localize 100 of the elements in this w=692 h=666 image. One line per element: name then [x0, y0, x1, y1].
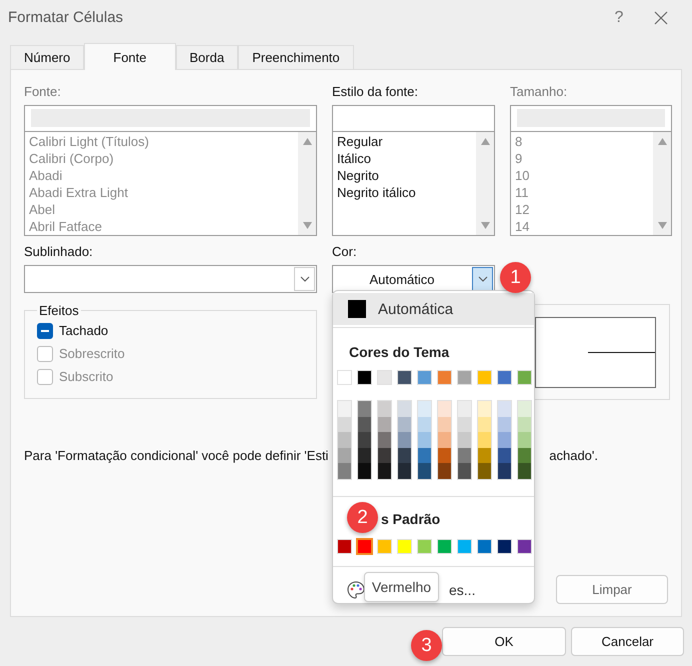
help-button[interactable]: ? — [598, 8, 640, 27]
tab[interactable]: Borda — [176, 45, 238, 70]
window-title: Formatar Células — [8, 9, 124, 26]
color-swatch[interactable] — [438, 416, 451, 432]
color-swatch[interactable] — [438, 401, 451, 417]
color-swatch[interactable] — [418, 463, 431, 479]
section-title: s Padrão — [381, 510, 440, 527]
color-swatch[interactable] — [398, 448, 411, 464]
tab[interactable]: Fonte — [84, 43, 176, 70]
ok-button[interactable]: OK — [442, 627, 566, 656]
checkbox-label: Subscrito — [59, 368, 114, 386]
input-field[interactable] — [332, 105, 495, 132]
color-swatch[interactable] — [478, 448, 491, 464]
color-swatch[interactable] — [358, 463, 371, 479]
note-text: achado'. — [549, 448, 598, 464]
list-item[interactable]: Negrito — [337, 167, 472, 184]
color-swatch[interactable] — [478, 432, 491, 448]
color-swatch[interactable] — [418, 401, 431, 417]
scroll-up-icon[interactable] — [658, 138, 666, 146]
checkbox-label: Sobrescrito — [59, 345, 125, 362]
field-label: Fonte: — [24, 84, 62, 102]
tooltip: Vermelho — [364, 572, 439, 602]
color-swatch[interactable] — [458, 416, 471, 432]
palette-icon[interactable] — [347, 580, 365, 599]
color-swatch[interactable] — [398, 432, 411, 448]
scrollbar[interactable] — [476, 132, 494, 236]
field-label: Cor: — [332, 244, 358, 262]
scroll-up-icon[interactable] — [302, 138, 312, 146]
color-swatch[interactable] — [357, 538, 372, 554]
close-icon[interactable] — [654, 10, 668, 25]
color-swatch[interactable] — [458, 401, 471, 417]
tab[interactable]: Preenchimento — [238, 45, 354, 70]
color-swatch[interactable] — [518, 463, 531, 479]
color-swatch[interactable] — [358, 401, 371, 417]
color-swatch[interactable] — [498, 416, 511, 432]
color-swatch[interactable] — [498, 463, 511, 479]
color-swatch[interactable] — [338, 416, 351, 432]
scroll-down-icon[interactable] — [480, 222, 490, 230]
color-swatch[interactable] — [438, 448, 451, 464]
color-swatch[interactable] — [338, 401, 351, 417]
color-swatch[interactable] — [398, 416, 411, 432]
field-label: Estilo da fonte: — [332, 84, 419, 102]
color-swatch — [348, 300, 366, 318]
color-swatch[interactable] — [498, 432, 511, 448]
scrollbar[interactable] — [653, 132, 671, 236]
color-swatch[interactable] — [498, 401, 511, 417]
color-swatch[interactable] — [418, 416, 431, 432]
scroll-down-icon[interactable] — [658, 222, 666, 230]
color-swatch[interactable] — [358, 448, 371, 464]
list-item[interactable]: Itálico — [337, 150, 472, 168]
color-swatch[interactable] — [378, 401, 391, 417]
scroll-down-icon[interactable] — [302, 222, 312, 230]
color-swatch[interactable] — [378, 416, 391, 432]
checkbox[interactable] — [37, 322, 53, 339]
checkbox-label: Tachado — [59, 322, 108, 340]
color-swatch[interactable] — [418, 448, 431, 464]
color-swatch[interactable] — [418, 432, 431, 448]
step-badge: 3 — [411, 630, 442, 661]
color-swatch[interactable] — [518, 401, 531, 417]
color-select[interactable]: Automático — [332, 265, 495, 294]
color-swatch[interactable] — [338, 448, 351, 464]
more-colors-item[interactable]: es... — [449, 582, 476, 598]
color-swatch[interactable] — [458, 448, 471, 464]
color-swatch[interactable] — [338, 463, 351, 479]
section-title: Cores do Tema — [349, 344, 450, 360]
color-swatch[interactable] — [378, 463, 391, 479]
underline-select[interactable] — [24, 265, 317, 294]
field-label: Tamanho: — [510, 84, 568, 102]
color-swatch[interactable] — [518, 432, 531, 448]
color-swatch[interactable] — [458, 463, 471, 479]
scrollbar[interactable] — [298, 132, 316, 236]
color-swatch[interactable] — [378, 432, 391, 448]
color-swatch[interactable] — [358, 432, 371, 448]
color-swatch[interactable] — [338, 432, 351, 448]
color-swatch[interactable] — [378, 448, 391, 464]
color-swatch[interactable] — [478, 401, 491, 417]
color-swatch[interactable] — [498, 448, 511, 464]
list-item[interactable]: Regular — [337, 133, 472, 150]
automatic-color-item[interactable]: Automática — [333, 293, 534, 325]
color-swatch[interactable] — [518, 448, 531, 464]
field-label: Sublinhado: — [24, 244, 94, 262]
group-title: Efeitos — [38, 303, 80, 318]
scroll-up-icon[interactable] — [480, 138, 490, 146]
color-swatch[interactable] — [398, 401, 411, 417]
color-swatch[interactable] — [478, 416, 491, 432]
color-swatch[interactable] — [438, 432, 451, 448]
tab[interactable]: Número — [10, 45, 84, 70]
color-swatch[interactable] — [438, 463, 451, 479]
strikethrough-line — [588, 352, 655, 353]
cancel-button[interactable]: Cancelar — [571, 627, 684, 656]
chevron-down-icon — [478, 276, 488, 282]
color-swatch[interactable] — [518, 416, 531, 432]
list-item[interactable]: Negrito itálico — [337, 184, 472, 202]
clear-button[interactable]: Limpar — [556, 575, 668, 604]
color-swatch[interactable] — [458, 432, 471, 448]
chevron-down-icon — [300, 276, 310, 282]
color-swatch[interactable] — [398, 463, 411, 479]
color-swatch[interactable] — [478, 463, 491, 479]
color-swatch[interactable] — [358, 416, 371, 432]
note-text: Para 'Formatação condicional' você pode definir 'Esti — [24, 448, 328, 464]
